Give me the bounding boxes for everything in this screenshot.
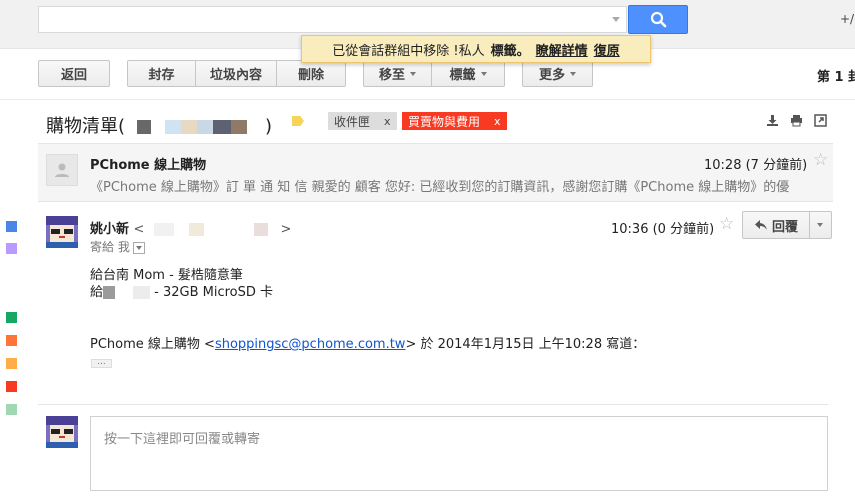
recipient-line: 寄給 我 <box>90 238 145 255</box>
label-color-square <box>6 243 17 254</box>
search-box[interactable] <box>38 6 627 33</box>
avatar <box>46 216 78 248</box>
reply-box[interactable]: 按一下這裡即可回覆或轉寄 <box>90 416 828 491</box>
reply-arrow-icon <box>754 220 767 230</box>
learn-more-link[interactable]: 瞭解詳情 <box>536 40 588 59</box>
thread-subject: 購物清單() <box>46 116 273 137</box>
remove-label-icon[interactable]: x <box>384 115 391 128</box>
back-button[interactable]: 返回 <box>38 60 110 87</box>
avatar <box>46 154 78 186</box>
redacted-text <box>144 223 281 236</box>
undo-link[interactable]: 復原 <box>594 40 620 59</box>
label-chip-inbox[interactable]: 收件匣 x <box>328 112 397 130</box>
label-chip-purchases[interactable]: 買賣物與費用 x <box>402 112 507 130</box>
quote-email-link[interactable]: shoppingsc@pchome.com.tw <box>215 337 406 352</box>
star-icon[interactable]: ☆ <box>719 214 734 234</box>
redacted-text <box>125 120 266 134</box>
quote-header: PChome 線上購物 <shoppingsc@pchome.com.tw> 於… <box>90 337 646 352</box>
default-avatar-icon <box>55 163 69 177</box>
message-body: 給台南 Mom - 髮梏隨意筆 給 - 32GB MicroSD 卡 <box>90 268 274 300</box>
chevron-down-icon <box>410 71 416 76</box>
reply-more-options-button[interactable] <box>809 211 832 239</box>
show-details-icon[interactable] <box>132 241 145 254</box>
search-icon <box>650 11 667 28</box>
more-button[interactable]: 更多 <box>522 60 593 87</box>
spam-button[interactable]: 垃圾內容 <box>195 60 277 87</box>
archive-button[interactable]: 封存 <box>127 60 196 87</box>
remove-label-icon[interactable]: x <box>494 115 501 128</box>
reply-button[interactable]: 回覆 <box>742 211 810 239</box>
notification-banner: 已從會話群組中移除 !私人 標籤。 瞭解詳情 復原 <box>301 35 651 63</box>
search-button[interactable] <box>628 5 688 34</box>
labels-button[interactable]: 標籤 <box>431 60 505 87</box>
message-time: 10:36 (0 分鐘前) <box>611 222 715 237</box>
label-color-square <box>6 381 17 392</box>
avatar <box>46 416 78 448</box>
sender-email: < > <box>133 222 292 237</box>
notification-label-word: 標籤。 <box>490 43 530 59</box>
divider <box>38 404 828 405</box>
label-color-square <box>6 404 17 415</box>
message-snippet: 《PChome 線上購物》訂 單 通 知 信 親愛的 顧客 您好: 已經收到您的… <box>90 180 790 195</box>
message-time: 10:28 (7 分鐘前) <box>704 158 808 173</box>
star-icon[interactable]: ☆ <box>813 150 828 170</box>
search-options-caret-icon[interactable] <box>612 17 620 22</box>
label-color-square <box>6 312 17 323</box>
divider <box>0 99 855 100</box>
important-marker-icon[interactable] <box>292 116 304 126</box>
reply-box-placeholder: 按一下這裡即可回覆或轉寄 <box>104 432 261 447</box>
page-info: 第 1 封 <box>817 70 855 85</box>
chevron-down-icon <box>480 71 487 76</box>
redacted-text <box>103 286 151 299</box>
chevron-down-icon <box>570 71 576 76</box>
new-window-icon[interactable] <box>814 114 827 127</box>
print-icon[interactable] <box>790 114 803 127</box>
notification-text: 已從會話群組中移除 !私人 <box>332 43 485 59</box>
message-sender-line: 姚小新 < > <box>90 218 291 237</box>
label-color-square <box>6 221 17 232</box>
download-icon[interactable] <box>766 114 779 127</box>
move-to-button[interactable]: 移至 <box>363 60 432 87</box>
message-sender: 姚小新 <box>90 222 130 237</box>
search-input[interactable] <box>39 7 615 32</box>
label-color-square <box>6 358 17 369</box>
message-sender: PChome 線上購物 <box>90 158 207 173</box>
show-trimmed-content-button[interactable]: ... <box>91 358 112 368</box>
top-right-plus-link[interactable]: +/ <box>840 12 854 26</box>
delete-button[interactable]: 刪除 <box>276 60 346 87</box>
label-color-square <box>6 335 17 346</box>
